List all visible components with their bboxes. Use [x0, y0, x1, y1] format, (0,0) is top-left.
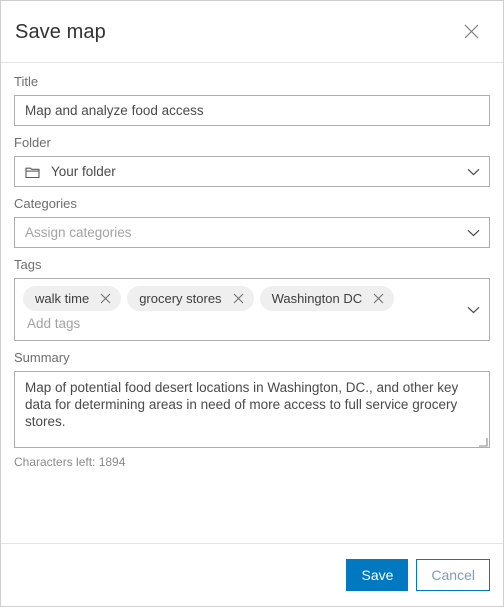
close-icon: [464, 24, 479, 39]
cancel-button[interactable]: Cancel: [416, 559, 490, 591]
categories-select[interactable]: Assign categories: [14, 217, 490, 248]
title-input[interactable]: [14, 95, 490, 126]
field-categories: Categories Assign categories: [14, 197, 490, 248]
tag-chip-remove-button[interactable]: [98, 291, 113, 306]
tags-control[interactable]: walk time grocery stores Washington DC: [14, 278, 490, 341]
tags-label: Tags: [14, 257, 42, 272]
tag-chip-remove-button[interactable]: [231, 291, 246, 306]
save-map-dialog: Save map Title Folder: [0, 0, 504, 607]
tag-chip[interactable]: grocery stores: [127, 286, 254, 311]
field-title: Title: [14, 75, 490, 126]
chevron-down-icon: [467, 229, 480, 237]
summary-textarea[interactable]: [14, 371, 490, 448]
save-button[interactable]: Save: [346, 559, 409, 591]
categories-label: Categories: [14, 196, 77, 211]
tag-chip[interactable]: Washington DC: [259, 286, 395, 311]
dialog-body: Title Folder Your folder: [1, 63, 503, 543]
chevron-down-icon: [467, 168, 480, 176]
dialog-footer: Save Cancel: [1, 543, 503, 606]
tag-chip[interactable]: walk time: [23, 286, 122, 311]
summary-wrapper: [14, 371, 490, 448]
categories-value: Assign categories: [25, 225, 132, 240]
field-tags: Tags walk time grocery stores Washington D…: [14, 258, 490, 341]
folder-label: Folder: [14, 135, 51, 150]
tag-chip-label: Washington DC: [271, 291, 363, 306]
summary-label: Summary: [14, 350, 70, 365]
title-label: Title: [14, 74, 39, 89]
characters-left-text: Characters left: 1894: [14, 455, 126, 469]
tag-chip-list: walk time grocery stores Washington DC: [23, 286, 457, 311]
folder-icon: [25, 165, 40, 179]
page-title: Save map: [15, 20, 106, 43]
field-summary: Summary Characters left: 1894: [14, 351, 490, 469]
dialog-header: Save map: [1, 1, 503, 63]
chevron-down-icon[interactable]: [467, 306, 480, 314]
field-folder: Folder Your folder: [14, 136, 490, 187]
folder-select[interactable]: Your folder: [14, 156, 490, 187]
folder-value: Your folder: [51, 164, 116, 179]
tags-input[interactable]: [23, 312, 457, 333]
tag-chip-remove-button[interactable]: [371, 291, 386, 306]
close-button[interactable]: [457, 18, 485, 46]
tag-chip-label: walk time: [35, 291, 90, 306]
tag-chip-label: grocery stores: [139, 291, 222, 306]
